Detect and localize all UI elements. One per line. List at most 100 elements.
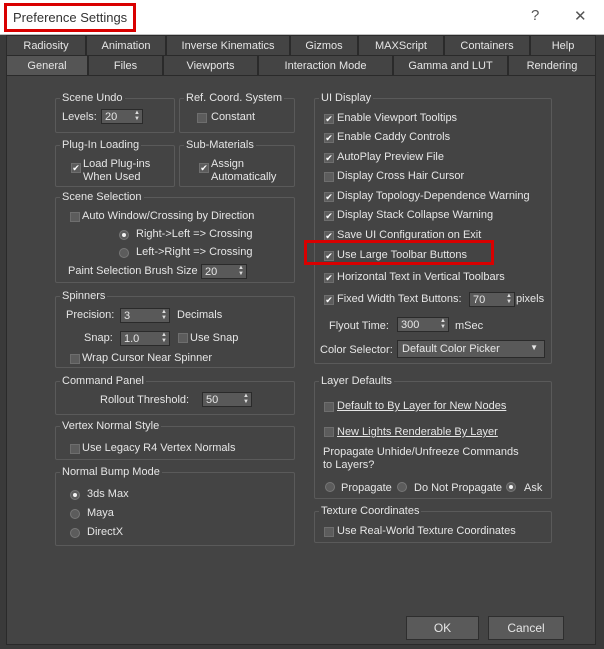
legacy-normals-label: Use Legacy R4 Vertex Normals (82, 442, 236, 454)
wrap-cursor-checkbox[interactable] (70, 354, 80, 364)
autoplay-preview-label: AutoPlay Preview File (337, 151, 444, 163)
constant-checkbox[interactable] (197, 113, 207, 123)
left-right-label: Left->Right => Crossing (136, 246, 253, 258)
snap-value: 1.0 (124, 333, 140, 345)
real-world-checkbox[interactable] (324, 527, 334, 537)
ui-display-group: UI Display ✔ Enable Viewport Tooltips ✔ … (314, 92, 552, 364)
tab-interaction-mode[interactable]: Interaction Mode (258, 55, 393, 75)
spinners-title: Spinners (60, 290, 108, 303)
caddy-controls-checkbox[interactable]: ✔ (324, 133, 334, 143)
sub-materials-title: Sub-Materials (184, 139, 256, 152)
viewport-tooltips-checkbox[interactable]: ✔ (324, 114, 334, 124)
decimals-label: Decimals (177, 309, 223, 321)
stack-collapse-checkbox[interactable]: ✔ (324, 211, 334, 221)
color-selector-dropdown[interactable]: Default Color Picker ▼ (397, 340, 545, 358)
tab-radiosity[interactable]: Radiosity (6, 35, 86, 55)
load-plugins-checkbox[interactable]: ✔ (71, 163, 81, 173)
texture-coords-title: Texture Coordinates (319, 505, 422, 518)
help-icon[interactable]: ? (531, 7, 539, 24)
bump-directx-radio[interactable] (70, 528, 80, 538)
left-right-radio[interactable] (119, 248, 129, 258)
flyout-time-value: 300 (401, 319, 420, 331)
paint-brush-value: 20 (205, 266, 218, 278)
autoplay-preview-checkbox[interactable]: ✔ (324, 153, 334, 163)
ask-radio[interactable] (506, 482, 516, 492)
plugin-loading-title: Plug-In Loading (60, 139, 142, 152)
tab-maxscript[interactable]: MAXScript (358, 35, 444, 55)
assign-label-2: Automatically (211, 171, 277, 183)
command-panel-title: Command Panel (60, 375, 146, 388)
ask-label: Ask (524, 482, 543, 494)
fixed-width-checkbox[interactable]: ✔ (324, 295, 334, 305)
legacy-normals-checkbox[interactable] (70, 444, 80, 454)
color-selector-value: Default Color Picker (402, 343, 500, 355)
constant-label: Constant (211, 111, 256, 123)
highlight-large-toolbar (304, 240, 494, 265)
propagate-question-1: Propagate Unhide/Unfreeze Commands (323, 446, 519, 458)
horizontal-text-label: Horizontal Text in Vertical Toolbars (337, 271, 505, 283)
texture-coords-group: Texture Coordinates Use Real-World Textu… (314, 505, 552, 543)
right-left-radio[interactable] (119, 230, 129, 240)
scene-selection-title: Scene Selection (60, 191, 144, 204)
flyout-time-label: Flyout Time: (329, 320, 389, 332)
new-lights-checkbox[interactable] (324, 427, 334, 437)
do-not-propagate-radio[interactable] (397, 482, 407, 492)
wrap-cursor-label: Wrap Cursor Near Spinner (82, 352, 213, 364)
viewport-tooltips-label: Enable Viewport Tooltips (337, 112, 458, 124)
topology-warning-checkbox[interactable]: ✔ (324, 192, 334, 202)
tab-containers[interactable]: Containers (444, 35, 530, 55)
tab-general[interactable]: General (6, 55, 88, 75)
tab-files[interactable]: Files (88, 55, 163, 75)
assign-automatically-checkbox[interactable]: ✔ (199, 163, 209, 173)
tab-animation[interactable]: Animation (86, 35, 166, 55)
assign-label-1: Assign (211, 158, 245, 170)
plugin-loading-group: Plug-In Loading ✔ Load Plug-ins When Use… (55, 139, 175, 187)
tab-gamma-lut[interactable]: Gamma and LUT (393, 55, 508, 75)
bump-3dsmax-radio[interactable] (70, 490, 80, 500)
general-panel: Scene Undo Levels: 20 ▲ ▼ Ref. Coord. Sys… (6, 75, 596, 645)
tab-rendering[interactable]: Rendering (508, 55, 596, 75)
auto-window-checkbox[interactable] (70, 212, 80, 222)
pixels-label: pixels (516, 293, 545, 305)
precision-label: Precision: (66, 309, 115, 321)
tab-inverse-kinematics[interactable]: Inverse Kinematics (166, 35, 290, 55)
snap-spinner[interactable]: 1.0 ▲ ▼ (120, 331, 170, 346)
bump-maya-label: Maya (87, 507, 114, 519)
paint-brush-label: Paint Selection Brush Size (68, 265, 198, 277)
load-plugins-label-2: When Used (83, 171, 141, 183)
tab-gizmos[interactable]: Gizmos (290, 35, 358, 55)
stack-collapse-label: Display Stack Collapse Warning (337, 209, 494, 221)
scene-selection-group: Scene Selection Auto Window/Crossing by … (55, 191, 295, 283)
bump-3dsmax-label: 3ds Max (87, 488, 129, 500)
auto-window-label: Auto Window/Crossing by Direction (82, 210, 255, 222)
precision-value: 3 (124, 310, 131, 322)
tab-help[interactable]: Help (530, 35, 596, 55)
default-bylayer-checkbox[interactable] (324, 402, 334, 412)
window-title: Preference Settings (4, 3, 137, 32)
command-panel-group: Command Panel Rollout Threshold: 50 ▲ ▼ (55, 375, 295, 415)
cross-hair-checkbox[interactable] (324, 172, 334, 182)
precision-spinner[interactable]: 3 ▲ ▼ (120, 308, 170, 323)
propagate-radio[interactable] (325, 482, 335, 492)
ok-button[interactable]: OK (406, 616, 479, 640)
fixed-width-value: 70 (473, 294, 486, 306)
spinner-arrows-icon: ▲ ▼ (440, 318, 446, 330)
bump-maya-radio[interactable] (70, 509, 80, 519)
tab-row-1: Radiosity Animation Inverse Kinematics G… (6, 35, 596, 55)
levels-spinner[interactable]: 20 ▲ ▼ (101, 109, 143, 124)
cross-hair-label: Display Cross Hair Cursor (337, 170, 465, 182)
layer-defaults-group: Layer Defaults Default to By Layer for N… (314, 375, 552, 499)
rollout-spinner[interactable]: 50 ▲ ▼ (202, 392, 252, 407)
paint-brush-spinner[interactable]: 20 ▲ ▼ (201, 264, 247, 279)
fixed-width-spinner[interactable]: 70 ▲ ▼ (469, 292, 515, 307)
use-snap-checkbox[interactable] (178, 333, 188, 343)
flyout-time-spinner[interactable]: 300 ▲ ▼ (397, 317, 449, 332)
scene-undo-title: Scene Undo (60, 92, 125, 105)
horizontal-text-checkbox[interactable]: ✔ (324, 273, 334, 283)
spinner-arrows-icon: ▲ ▼ (161, 309, 167, 321)
propagate-label: Propagate (341, 482, 392, 494)
cancel-button[interactable]: Cancel (488, 616, 564, 640)
rollout-label: Rollout Threshold: (100, 394, 190, 406)
tab-viewports[interactable]: Viewports (163, 55, 258, 75)
close-icon[interactable]: ✕ (574, 7, 587, 25)
